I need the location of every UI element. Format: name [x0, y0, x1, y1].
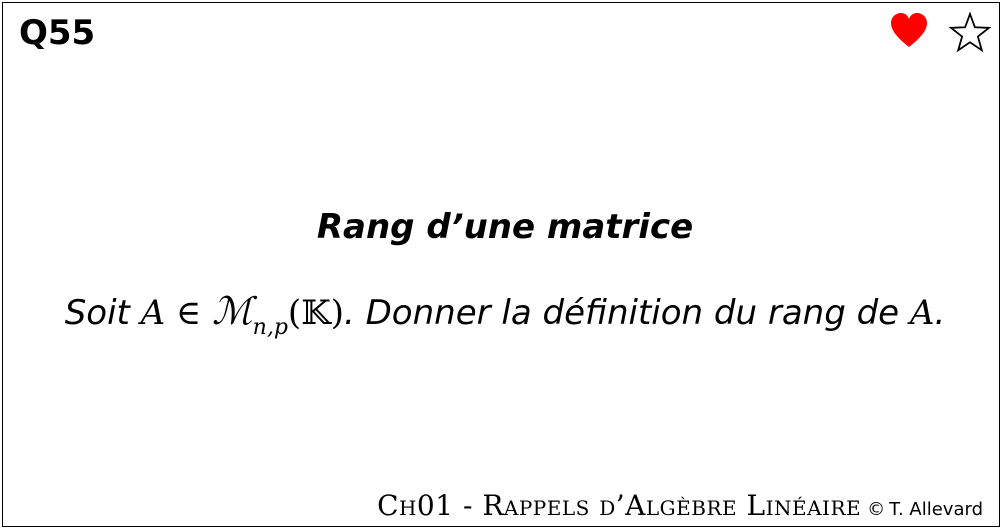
question-soit: Soit: [64, 293, 141, 333]
question-number: Q55: [19, 13, 96, 53]
star-outline-icon[interactable]: [949, 11, 991, 53]
heart-icon[interactable]: [889, 11, 929, 51]
flashcard: Q55 Rang d’une matrice Soit A ∈ ℳn,p(𝕂).…: [2, 2, 1000, 527]
field-symbol: 𝕂: [301, 293, 331, 333]
matrix-space-symbol: ℳ: [212, 289, 253, 333]
question-text: Soit A ∈ ℳn,p(𝕂). Donner la définition d…: [3, 289, 1004, 340]
element-of-symbol: ∈: [165, 293, 213, 333]
matrix-space-subscript: n,p: [252, 315, 288, 340]
footer: Ch01 - Rappels d’Algèbre Linéaire © T. Al…: [377, 489, 983, 522]
math-variable-a: A: [140, 293, 166, 333]
author-name: T. Allevard: [889, 499, 983, 520]
chapter-label: Ch01 - Rappels d’Algèbre Linéaire: [377, 489, 862, 522]
math-variable-a-2: A: [909, 293, 935, 333]
card-title: Rang d’une matrice: [316, 207, 694, 247]
paren-open: (: [287, 293, 302, 333]
question-instruction: . Donner la définition du rang de: [344, 293, 910, 333]
question-period: .: [934, 293, 946, 333]
copyright-symbol: ©: [867, 499, 886, 520]
paren-close: ): [330, 293, 345, 333]
